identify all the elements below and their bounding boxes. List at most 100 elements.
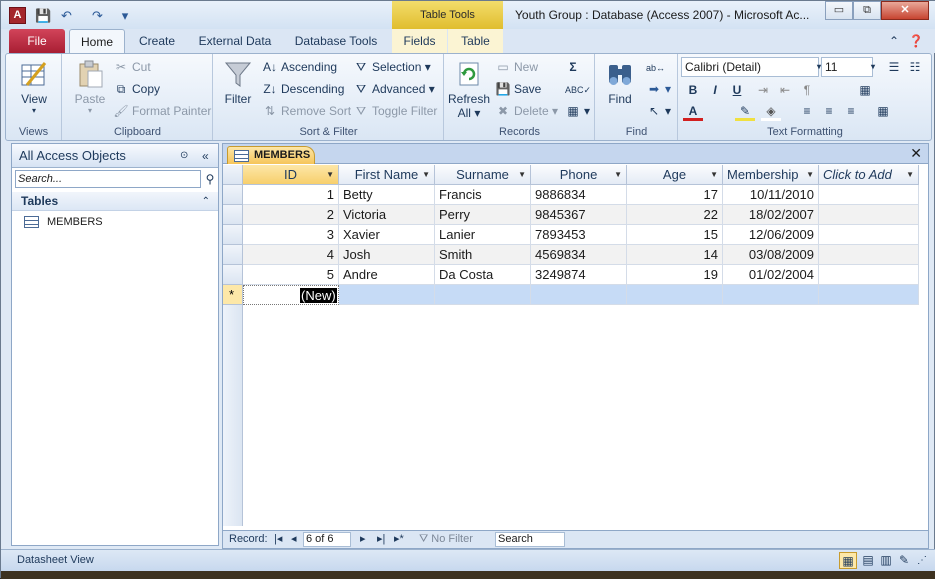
column-header-click-to-add[interactable]: Click to Add ▼ bbox=[819, 165, 919, 185]
record-selector[interactable] bbox=[223, 205, 243, 225]
nav-dropdown-icon[interactable]: ⊙ bbox=[180, 144, 188, 168]
redo-icon[interactable]: ↷ bbox=[89, 7, 106, 24]
search-icon[interactable]: ⚲ bbox=[202, 170, 218, 188]
record-selector[interactable] bbox=[223, 225, 243, 245]
column-dropdown-icon[interactable]: ▼ bbox=[422, 165, 430, 184]
last-record-icon[interactable]: ▸| bbox=[377, 531, 385, 548]
bullets-icon[interactable]: ☰ bbox=[884, 57, 904, 77]
table-row[interactable]: 2 Victoria Perry 9845367 22 18/02/2007 bbox=[223, 205, 928, 225]
cell-id[interactable]: 2 bbox=[243, 205, 339, 225]
ascending-button[interactable]: A↓ Ascending bbox=[262, 57, 337, 77]
nav-pane-header[interactable]: All Access Objects ⊙ « bbox=[12, 144, 218, 168]
tab-fields[interactable]: Fields bbox=[392, 29, 447, 53]
cell-click-to-add[interactable] bbox=[819, 185, 919, 205]
indent-icon[interactable]: ⇥ bbox=[753, 80, 773, 100]
undo-icon[interactable]: ↶ bbox=[58, 7, 75, 24]
advanced-button[interactable]: ⛛ Advanced ▾ bbox=[353, 79, 435, 99]
next-record-icon[interactable]: ▸ bbox=[360, 531, 366, 548]
cell-surname[interactable]: Lanier bbox=[435, 225, 531, 245]
shutter-bar-close-icon[interactable]: « bbox=[202, 144, 209, 168]
cell-surname[interactable] bbox=[435, 285, 531, 305]
cell-id[interactable]: 4 bbox=[243, 245, 339, 265]
cell-phone[interactable]: 7893453 bbox=[531, 225, 627, 245]
cell-first-name[interactable]: Betty bbox=[339, 185, 435, 205]
cell-click-to-add[interactable] bbox=[819, 265, 919, 285]
tab-external-data[interactable]: External Data bbox=[194, 29, 276, 53]
tab-database-tools[interactable]: Database Tools bbox=[288, 29, 384, 53]
select-all-corner[interactable] bbox=[223, 165, 243, 185]
column-dropdown-icon[interactable]: ▼ bbox=[518, 165, 526, 184]
column-header-surname[interactable]: Surname ▼ bbox=[435, 165, 531, 185]
toggle-filter-button[interactable]: ⛛ Toggle Filter bbox=[353, 101, 437, 121]
spelling-button[interactable]: ABC✓ bbox=[565, 79, 591, 99]
new-record-button[interactable]: ▭ New bbox=[495, 57, 538, 77]
font-name-select[interactable]: Calibri (Detail) bbox=[681, 57, 819, 77]
column-dropdown-icon[interactable]: ▼ bbox=[614, 165, 622, 184]
save-icon[interactable]: 💾 bbox=[35, 7, 52, 24]
filter-button[interactable]: Filter bbox=[220, 58, 256, 106]
paragraph-icon[interactable]: ¶ bbox=[797, 80, 817, 100]
column-header-membership[interactable]: Membership ▼ bbox=[723, 165, 819, 185]
cell-click-to-add[interactable] bbox=[819, 205, 919, 225]
cell-first-name[interactable]: Xavier bbox=[339, 225, 435, 245]
paste-button[interactable]: Paste ▾ bbox=[69, 58, 111, 115]
view-button[interactable]: View ▾ bbox=[12, 58, 56, 115]
help-icon[interactable]: ❓ bbox=[906, 29, 926, 53]
cell-first-name[interactable]: Victoria bbox=[339, 205, 435, 225]
no-filter-button[interactable]: ⛛ No Filter bbox=[419, 531, 473, 548]
align-right-icon[interactable]: ≡ bbox=[841, 101, 861, 121]
new-record-row[interactable]: * (New) bbox=[223, 285, 928, 305]
cell-surname[interactable]: Perry bbox=[435, 205, 531, 225]
fill-color-icon[interactable]: ◈ bbox=[761, 101, 781, 121]
copy-button[interactable]: ⧉ Copy bbox=[113, 79, 160, 99]
cell-age[interactable]: 14 bbox=[627, 245, 723, 265]
find-button[interactable]: Find bbox=[600, 58, 640, 106]
cell-phone[interactable] bbox=[531, 285, 627, 305]
column-dropdown-icon[interactable]: ▼ bbox=[326, 165, 334, 184]
cell-phone[interactable]: 3249874 bbox=[531, 265, 627, 285]
replace-button[interactable]: ab↔ bbox=[646, 57, 665, 77]
collapse-chevron-icon[interactable]: ⌃ bbox=[202, 192, 210, 211]
numbering-icon[interactable]: ☷ bbox=[905, 57, 925, 77]
delete-record-button[interactable]: ✖ Delete ▾ bbox=[495, 101, 558, 121]
cell-click-to-add[interactable] bbox=[819, 245, 919, 265]
select-button[interactable]: ↖ ▾ bbox=[646, 101, 671, 121]
cell-phone[interactable]: 9886834 bbox=[531, 185, 627, 205]
cell-age[interactable]: 19 bbox=[627, 265, 723, 285]
underline-button[interactable]: U bbox=[727, 80, 747, 100]
cell-membership[interactable]: 12/06/2009 bbox=[723, 225, 819, 245]
font-color-icon[interactable]: A bbox=[683, 101, 703, 121]
tab-home[interactable]: Home bbox=[69, 29, 125, 53]
gridlines-icon[interactable]: ▦ bbox=[855, 80, 875, 100]
highlight-icon[interactable]: ✎ bbox=[735, 101, 755, 121]
alt-row-color-icon[interactable]: ▦ bbox=[873, 101, 893, 121]
cell-membership[interactable]: 10/11/2010 bbox=[723, 185, 819, 205]
column-dropdown-icon[interactable]: ▼ bbox=[806, 165, 814, 184]
access-app-icon[interactable]: A bbox=[9, 7, 26, 24]
cell-age[interactable]: 22 bbox=[627, 205, 723, 225]
first-record-icon[interactable]: |◂ bbox=[274, 531, 282, 548]
tab-create[interactable]: Create bbox=[131, 29, 183, 53]
minimize-button[interactable]: ▭ bbox=[825, 1, 853, 20]
size-dropdown-icon[interactable]: ▾ bbox=[863, 57, 883, 77]
column-header-id[interactable]: ID ▼ bbox=[243, 165, 339, 185]
table-row[interactable]: 3 Xavier Lanier 7893453 15 12/06/2009 bbox=[223, 225, 928, 245]
column-dropdown-icon[interactable]: ▼ bbox=[906, 165, 914, 184]
new-record-selector[interactable]: * bbox=[223, 285, 243, 305]
descending-button[interactable]: Z↓ Descending bbox=[262, 79, 344, 99]
new-record-nav-icon[interactable]: ▸* bbox=[394, 531, 404, 548]
cell-age[interactable]: 15 bbox=[627, 225, 723, 245]
cell-click-to-add[interactable] bbox=[819, 225, 919, 245]
selection-button[interactable]: ⛛ Selection ▾ bbox=[353, 57, 431, 77]
tables-section-header[interactable]: Tables ⌃ bbox=[12, 192, 218, 211]
column-dropdown-icon[interactable]: ▼ bbox=[710, 165, 718, 184]
record-selector[interactable] bbox=[223, 245, 243, 265]
cell-phone[interactable]: 4569834 bbox=[531, 245, 627, 265]
tab-file[interactable]: File bbox=[9, 29, 65, 53]
cell-surname[interactable]: Francis bbox=[435, 185, 531, 205]
cell-surname[interactable]: Da Costa bbox=[435, 265, 531, 285]
record-search-input[interactable]: Search bbox=[495, 532, 565, 547]
datasheet-view-button-icon[interactable]: ▦ bbox=[839, 552, 857, 569]
cell-click-to-add[interactable] bbox=[819, 285, 919, 305]
outdent-icon[interactable]: ⇤ bbox=[775, 80, 795, 100]
